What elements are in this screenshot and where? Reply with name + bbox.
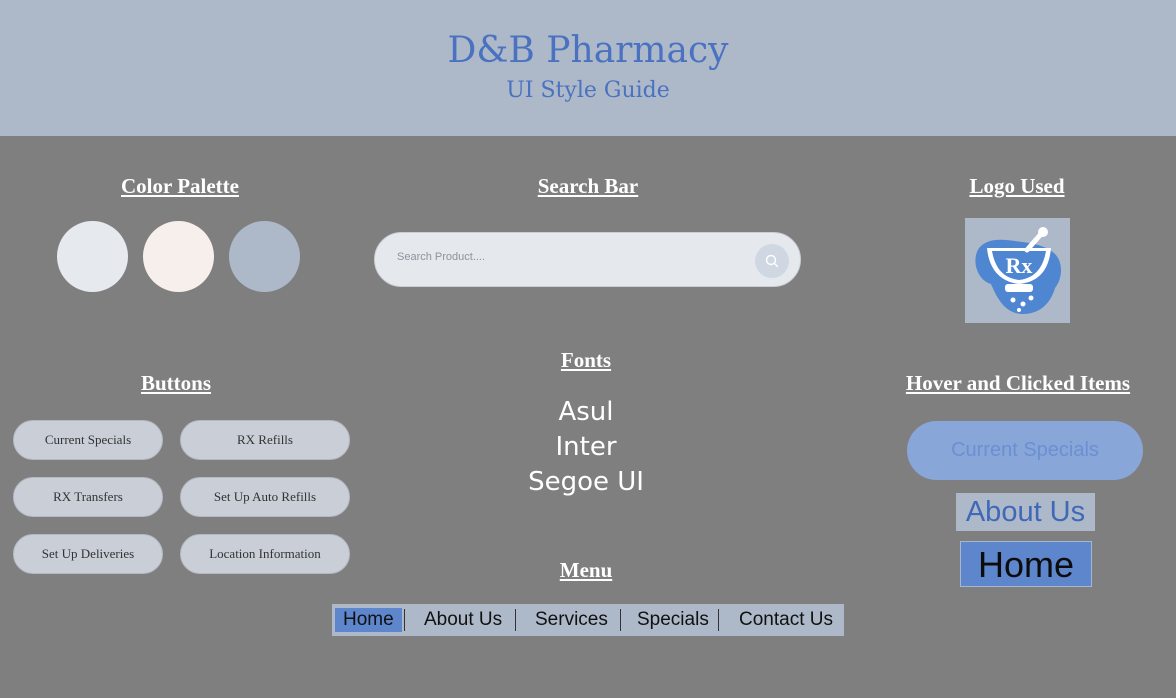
font-sample-inter: Inter <box>555 432 617 462</box>
menu-divider <box>620 609 621 631</box>
menu-item-services[interactable]: Services <box>535 608 608 632</box>
logo-rx-text: Rx <box>1006 253 1033 278</box>
about-us-hover-item[interactable]: About Us <box>956 493 1095 531</box>
page-subtitle: UI Style Guide <box>506 78 670 103</box>
menu-bar: Home About Us Services Specials Contact … <box>332 604 844 636</box>
location-information-button[interactable]: Location Information <box>180 534 350 574</box>
color-swatch-blush <box>143 221 214 292</box>
menu-divider <box>404 609 405 631</box>
current-specials-hover-button[interactable]: Current Specials <box>907 421 1143 480</box>
page-header: D&B Pharmacy UI Style Guide <box>0 0 1176 136</box>
menu-item-about-us[interactable]: About Us <box>424 608 502 632</box>
menu-divider <box>718 609 719 631</box>
menu-divider <box>515 609 516 631</box>
font-sample-asul: Asul <box>558 397 614 427</box>
logo-used-heading: Logo Used <box>969 174 1065 198</box>
color-swatch-light-gray <box>57 221 128 292</box>
rx-transfers-button[interactable]: RX Transfers <box>13 477 163 517</box>
color-swatch-slate-blue <box>229 221 300 292</box>
menu-item-home[interactable]: Home <box>335 608 402 632</box>
home-clicked-item[interactable]: Home <box>960 541 1092 587</box>
menu-heading: Menu <box>559 558 613 582</box>
font-sample-segoe: Segoe UI <box>528 467 644 497</box>
set-up-deliveries-button[interactable]: Set Up Deliveries <box>13 534 163 574</box>
auto-refills-button[interactable]: Set Up Auto Refills <box>180 477 350 517</box>
rx-mortar-pestle-icon: Rx <box>975 227 1061 314</box>
search-bar-heading: Search Bar <box>537 174 639 198</box>
menu-item-contact-us[interactable]: Contact Us <box>739 608 833 632</box>
logo-container: Rx <box>965 218 1070 323</box>
search-input[interactable] <box>397 251 737 263</box>
color-palette-heading: Color Palette <box>121 174 239 198</box>
menu-item-specials[interactable]: Specials <box>637 608 709 632</box>
search-button[interactable] <box>755 244 789 278</box>
search-icon <box>765 254 779 268</box>
page-title: D&B Pharmacy <box>447 30 729 71</box>
buttons-heading: Buttons <box>140 371 212 395</box>
current-specials-button[interactable]: Current Specials <box>13 420 163 460</box>
search-bar <box>374 232 801 287</box>
fonts-heading: Fonts <box>560 348 612 372</box>
hover-clicked-heading: Hover and Clicked Items <box>905 371 1131 395</box>
rx-refills-button[interactable]: RX Refills <box>180 420 350 460</box>
